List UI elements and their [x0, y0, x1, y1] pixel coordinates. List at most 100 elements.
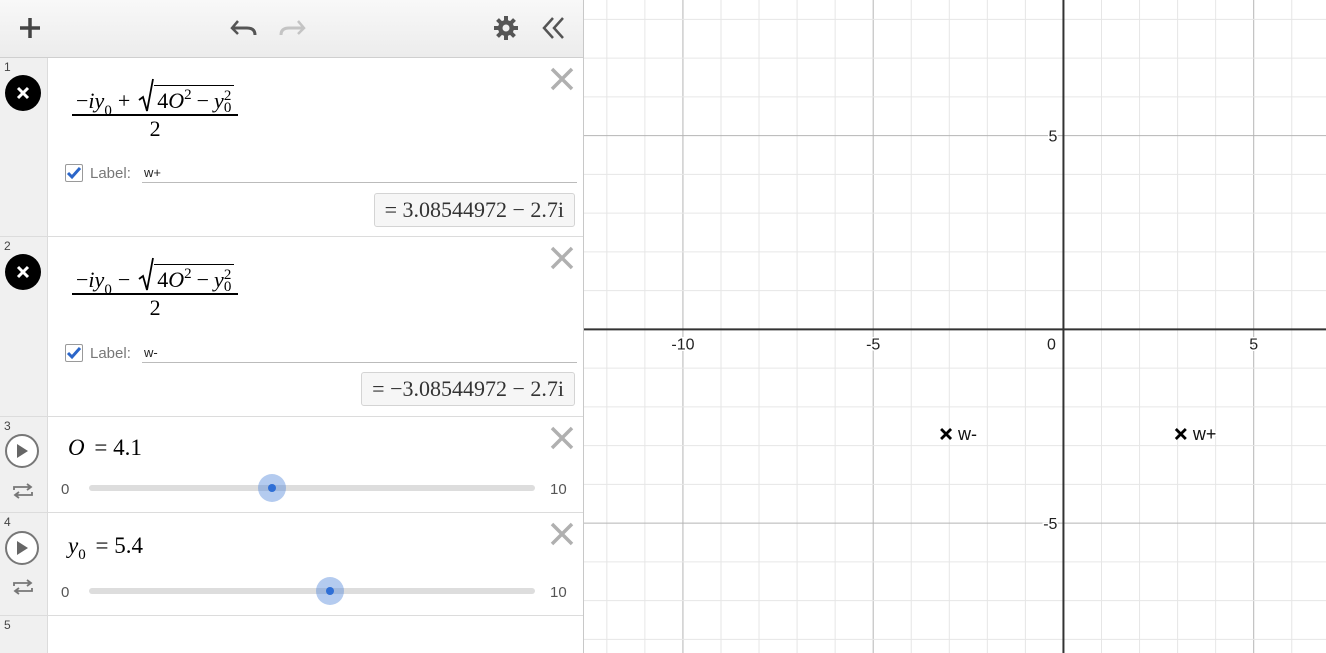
- redo-icon: [279, 20, 306, 36]
- x-tick-label: 0: [1047, 336, 1056, 353]
- minus-sign: −: [196, 267, 210, 292]
- play-slider-button[interactable]: [5, 531, 39, 565]
- label-checkbox[interactable]: [65, 164, 83, 182]
- close-icon: [550, 522, 574, 546]
- loop-icon[interactable]: [11, 578, 35, 596]
- var-y: y: [94, 267, 105, 292]
- expression-gutter: 4: [0, 513, 48, 615]
- expression-index: 4: [4, 515, 11, 529]
- point-label: w+: [1192, 424, 1217, 444]
- close-icon: [16, 265, 30, 279]
- delete-expression-button[interactable]: [549, 521, 575, 547]
- slider-thumb[interactable]: [257, 474, 286, 502]
- var-O: O: [168, 88, 185, 113]
- delete-expression-button[interactable]: [549, 425, 575, 451]
- y-tick-label: 5: [1049, 129, 1058, 146]
- slider-row-y0[interactable]: 4 y0 = 5.4 0 10: [0, 513, 583, 616]
- expression-toolbar: [0, 0, 583, 58]
- slider-expression[interactable]: O = 4.1: [68, 435, 142, 461]
- subscript-0: 0: [223, 100, 232, 116]
- slider-thumb-dot: [325, 587, 334, 595]
- coefficient-4: 4: [157, 267, 169, 292]
- graph-paper[interactable]: -10 -5 0 5 5 -5 w+ w-: [584, 0, 1326, 653]
- expression-row-2[interactable]: 2 − i y 0 − 4O2 − y20 2 Label: w- = −3.0…: [0, 237, 583, 417]
- add-expression-button[interactable]: [14, 12, 46, 44]
- label-input[interactable]: w+: [142, 164, 577, 183]
- evaluation-result: = 3.08544972 − 2.7i: [373, 193, 575, 227]
- hide-expression-button[interactable]: [5, 75, 41, 111]
- expression-index: 5: [4, 618, 11, 632]
- square-root: 4O2 − y20: [138, 257, 235, 295]
- gear-icon: [494, 16, 518, 40]
- expression-index: 3: [4, 419, 11, 433]
- undo-button[interactable]: [228, 12, 260, 44]
- play-icon: [17, 541, 28, 555]
- hide-expression-button[interactable]: [5, 254, 41, 290]
- plus-minus-sign: +: [117, 88, 131, 113]
- slider-track[interactable]: [89, 485, 535, 491]
- play-icon: [17, 444, 28, 458]
- slider-track[interactable]: [89, 588, 535, 594]
- var-O: O: [168, 267, 185, 292]
- exponent-2: 2: [184, 87, 192, 103]
- collapse-panel-button[interactable]: [537, 12, 569, 44]
- subscript-0: 0: [223, 279, 232, 295]
- slider-thumb[interactable]: [315, 577, 344, 605]
- expression-gutter: 1: [0, 58, 48, 236]
- settings-button[interactable]: [490, 12, 522, 44]
- plus-minus-sign: −: [117, 267, 131, 292]
- point-label: w-: [957, 424, 977, 444]
- radical-sign-icon: [138, 257, 155, 291]
- expression-index: 1: [4, 60, 11, 74]
- slider-variable-subscript: 0: [78, 547, 86, 563]
- label-option: Label: w+: [65, 164, 577, 183]
- label-input[interactable]: w-: [142, 344, 577, 363]
- delete-expression-button[interactable]: [549, 245, 575, 271]
- x-tick-label: -10: [671, 336, 694, 353]
- label-caption: Label:: [90, 344, 131, 362]
- var-y: y: [214, 267, 224, 292]
- x-tick-label: 5: [1249, 336, 1258, 353]
- slider-expression[interactable]: y0 = 5.4: [68, 533, 143, 563]
- slider-thumb-dot: [267, 484, 276, 492]
- close-icon: [550, 67, 574, 91]
- slider-value: = 4.1: [94, 435, 142, 460]
- slider-min[interactable]: 0: [61, 481, 69, 498]
- delete-expression-button[interactable]: [549, 66, 575, 92]
- loop-icon[interactable]: [11, 482, 35, 500]
- denominator: 2: [149, 115, 161, 141]
- label-caption: Label:: [90, 164, 131, 182]
- coefficient-4: 4: [157, 88, 169, 113]
- slider-max[interactable]: 10: [550, 481, 567, 498]
- close-icon: [16, 86, 30, 100]
- denominator: 2: [149, 294, 161, 320]
- redo-button[interactable]: [276, 12, 308, 44]
- expression-gutter: 3: [0, 417, 48, 512]
- minus-sign: −: [196, 88, 210, 113]
- var-y: y: [214, 88, 224, 113]
- formula-w-minus[interactable]: − i y 0 − 4O2 − y20 2: [72, 257, 239, 321]
- label-checkbox[interactable]: [65, 344, 83, 362]
- slider-max[interactable]: 10: [550, 584, 567, 601]
- evaluation-result: = −3.08544972 − 2.7i: [361, 372, 575, 406]
- expression-row-empty[interactable]: 5: [0, 616, 583, 653]
- x-tick-label: -5: [866, 336, 880, 353]
- label-option: Label: w-: [65, 344, 577, 363]
- y-tick-label: -5: [1043, 516, 1057, 533]
- expression-list-panel: 1 − i y 0 + 4O2 − y20 2 Label: w+ = 3.08…: [0, 0, 584, 653]
- square-root: 4O2 − y20: [138, 78, 235, 116]
- minus-sign: −: [76, 88, 89, 113]
- play-slider-button[interactable]: [5, 434, 39, 468]
- graph-canvas[interactable]: -10 -5 0 5 5 -5 w+ w-: [584, 0, 1326, 653]
- expression-row-1[interactable]: 1 − i y 0 + 4O2 − y20 2 Label: w+ = 3.08…: [0, 58, 583, 237]
- slider-variable: O: [68, 435, 85, 460]
- slider-min[interactable]: 0: [61, 584, 69, 601]
- plus-icon: [20, 18, 40, 38]
- check-icon: [66, 347, 82, 360]
- expression-gutter: 2: [0, 237, 48, 416]
- formula-w-plus[interactable]: − i y 0 + 4O2 − y20 2: [72, 78, 239, 142]
- radical-sign-icon: [138, 78, 155, 112]
- slider-row-O[interactable]: 3 O = 4.1 0 10: [0, 417, 583, 513]
- var-y: y: [94, 88, 105, 113]
- subscript-0: 0: [104, 103, 112, 119]
